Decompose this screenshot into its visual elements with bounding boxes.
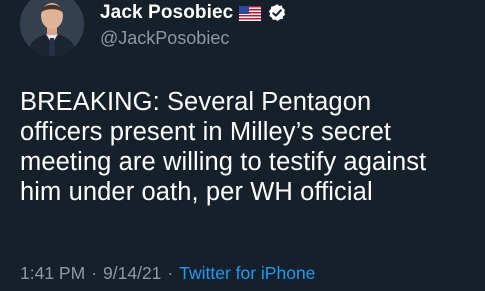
- tweet-meta: 1:41 PM · 9/14/21 · Twitter for iPhone: [20, 263, 315, 284]
- avatar-image: [20, 0, 84, 56]
- display-name[interactable]: Jack Posobiec: [100, 2, 233, 24]
- meta-separator: ·: [167, 263, 174, 283]
- name-row: Jack Posobiec: [100, 1, 287, 25]
- author-handle[interactable]: @JackPosobiec: [100, 28, 287, 49]
- tweet-date[interactable]: 9/14/21: [103, 263, 161, 284]
- avatar[interactable]: [20, 0, 84, 56]
- author-names: Jack Posobiec @JackPosobiec: [100, 1, 287, 49]
- verified-badge-icon: [269, 4, 286, 21]
- tweet-header: Jack Posobiec @JackPosobiec: [20, 0, 465, 70]
- tweet-text: BREAKING: Several Pentagon officers pres…: [20, 88, 427, 206]
- tweet-card: Jack Posobiec @JackPosobiec BREAKING: Se…: [0, 0, 485, 291]
- tweet-source-link[interactable]: Twitter for iPhone: [179, 263, 315, 284]
- tweet-time[interactable]: 1:41 PM: [20, 263, 85, 284]
- us-flag-icon: [239, 5, 262, 21]
- meta-separator: ·: [91, 263, 98, 283]
